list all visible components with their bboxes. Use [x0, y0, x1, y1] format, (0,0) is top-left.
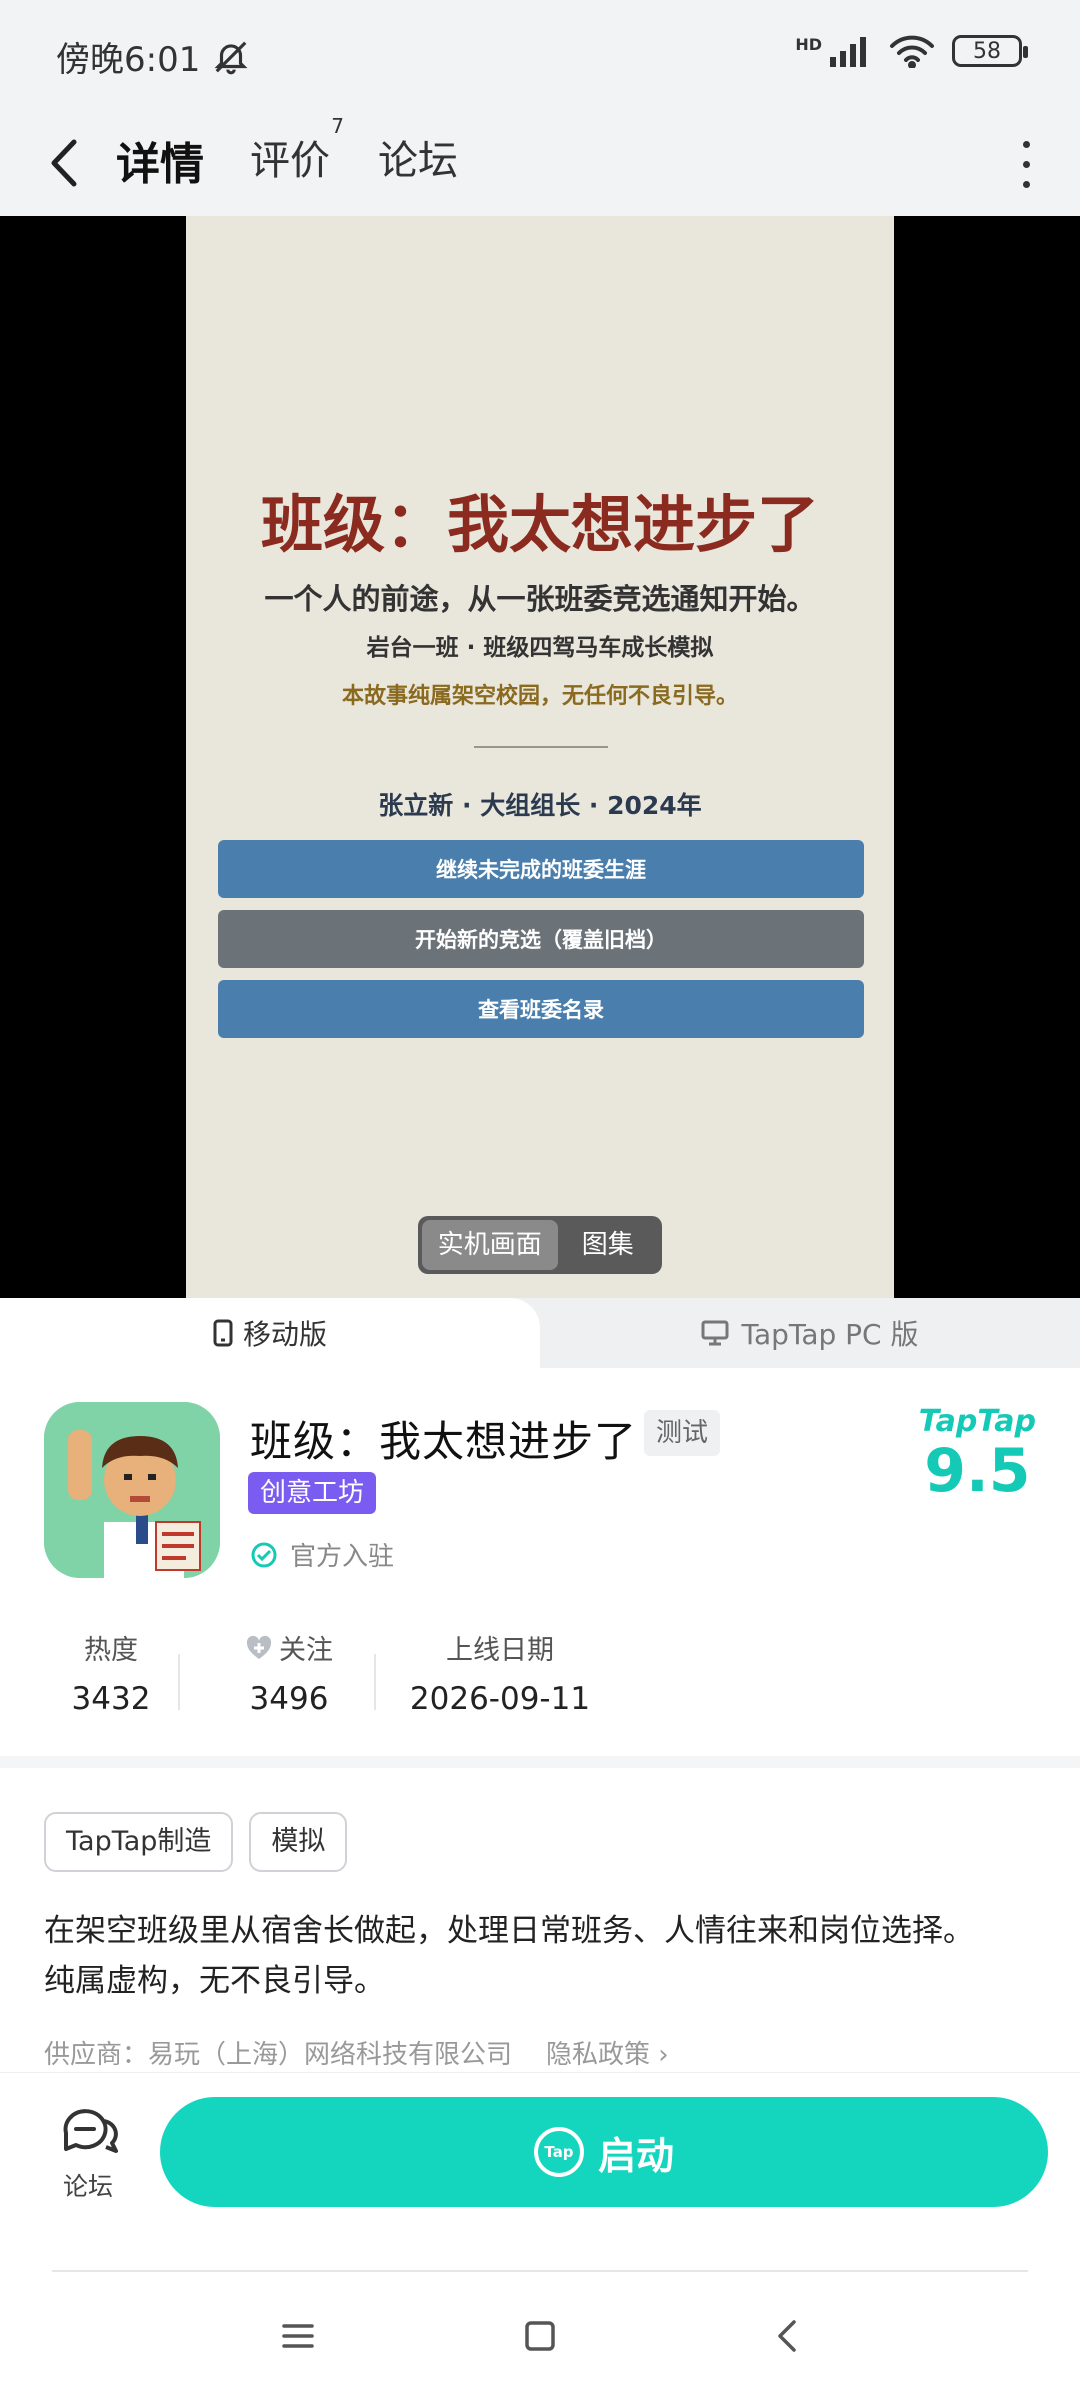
status-badge: 测试 — [644, 1410, 721, 1456]
stats-row: 热度 3432 关注 3496 上线日期 2026-09-11 — [44, 1628, 600, 1717]
stat-popularity: 热度 3432 — [71, 1635, 151, 1717]
platform-tab-mobile[interactable]: 移动版 — [0, 1298, 540, 1368]
app-description: 在架空班级里从宿舍长做起，处理日常班务、人情往来和岗位选择。 纯属虚构，无不良引… — [44, 1906, 1044, 2006]
workshop-badge[interactable]: 创意工坊 — [248, 1472, 377, 1514]
toggle-live-footage[interactable]: 实机画面 — [422, 1220, 558, 1270]
phone-icon — [213, 1319, 233, 1347]
tab-reviews[interactable]: 评价 7 — [250, 114, 344, 186]
screenshot-divider — [474, 746, 608, 748]
description-line-2: 纯属虚构，无不良引导。 — [44, 1963, 385, 1999]
game-screenshot[interactable]: 班级：我太想进步了 一个人的前途，从一张班委竞选通知开始。 岩台一班 · 班级四… — [186, 216, 894, 1298]
forum-chat-icon — [63, 2109, 118, 2153]
back-nav-icon[interactable] — [768, 2316, 808, 2356]
game-continue-button: 继续未完成的班委生涯 — [218, 840, 864, 898]
vendor-name: 供应商：易玩（上海）网络科技有限公司 — [44, 2040, 513, 2070]
app-name: 班级：我太想进步了 — [250, 1417, 638, 1466]
game-roster-button: 查看班委名录 — [218, 980, 864, 1038]
monitor-icon — [701, 1320, 729, 1346]
launch-button[interactable]: Tap 启动 — [160, 2097, 1048, 2207]
tag-list: TapTap制造 模拟 — [44, 1812, 348, 1872]
media-type-toggle[interactable]: 实机画面 图集 — [418, 1216, 662, 1274]
platform-tab-pc[interactable]: TapTap PC 版 — [540, 1298, 1080, 1368]
stat-divider — [178, 1654, 180, 1710]
platform-tabs: 移动版 TapTap PC 版 — [0, 1298, 1080, 1368]
privacy-policy-link[interactable]: 隐私政策 › — [546, 2034, 669, 2071]
tag-taptap-made[interactable]: TapTap制造 — [44, 1812, 234, 1872]
status-time: 傍晚6:01 — [56, 40, 201, 80]
network-type-label: HD — [795, 34, 822, 54]
gesture-divider — [52, 2270, 1028, 2272]
tab-forum[interactable]: 论坛 — [378, 128, 458, 186]
tag-simulation[interactable]: 模拟 — [249, 1812, 348, 1872]
vendor-info: 供应商：易玩（上海）网络科技有限公司 隐私政策 › — [44, 2034, 669, 2071]
media-viewer[interactable]: 班级：我太想进步了 一个人的前途，从一张班委竞选通知开始。 岩台一班 · 班级四… — [0, 216, 1080, 1298]
bell-muted-icon — [214, 41, 248, 74]
reviews-count-badge: 7 — [331, 114, 344, 138]
toggle-gallery[interactable]: 图集 — [558, 1220, 658, 1270]
wifi-icon — [890, 35, 934, 68]
screenshot-player-line: 张立新 · 大组组长 · 2024年 — [378, 791, 702, 820]
screenshot-tagline: 一个人的前途，从一张班委竞选通知开始。 — [264, 582, 816, 616]
stat-followers[interactable]: 关注 3496 — [204, 1628, 374, 1717]
taptap-logo-icon: Tap — [533, 2127, 584, 2177]
home-icon[interactable] — [520, 2316, 560, 2356]
rating-brand: TapTap — [918, 1404, 1036, 1439]
signal-icon — [830, 37, 866, 67]
tab-detail[interactable]: 详情 — [112, 128, 208, 192]
more-options-icon[interactable] — [1006, 134, 1046, 194]
rating-score: 9.5 — [924, 1436, 1031, 1506]
forum-button[interactable]: 论坛 — [52, 2103, 124, 2203]
game-new-campaign-button: 开始新的竞选（覆盖旧档） — [218, 910, 864, 968]
screenshot-title: 班级：我太想进步了 — [260, 488, 819, 561]
status-bar: 傍晚6:01 HD 58 — [0, 0, 1080, 112]
description-line-1: 在架空班级里从宿舍长做起，处理日常班务、人情往来和岗位选择。 — [44, 1913, 974, 1949]
battery-indicator: 58 — [952, 35, 1028, 67]
follow-plus-icon — [246, 1635, 272, 1659]
menu-icon[interactable] — [278, 2316, 318, 2356]
screenshot-disclaimer: 本故事纯属架空校园，无任何不良引导。 — [341, 684, 738, 709]
status-right: HD 58 — [795, 34, 1028, 68]
back-arrow-icon[interactable] — [44, 128, 84, 198]
official-verified: 官方入驻 — [250, 1536, 394, 1573]
stat-release-date: 上线日期 2026-09-11 — [409, 1635, 591, 1717]
bottom-action-bar: 论坛 Tap 启动 — [0, 2072, 1080, 2272]
system-nav-bar — [0, 2280, 1080, 2400]
stat-divider — [374, 1654, 376, 1710]
status-time-group: 傍晚6:01 — [56, 32, 250, 81]
app-icon — [44, 1402, 220, 1578]
top-nav: 详情 评价 7 论坛 — [0, 112, 1080, 216]
verified-check-icon — [251, 1542, 277, 1567]
screenshot-subtitle: 岩台一班 · 班级四驾马车成长模拟 — [366, 635, 714, 661]
section-divider — [0, 1756, 1080, 1768]
taptap-rating: TapTap 9.5 — [919, 1404, 1036, 1503]
